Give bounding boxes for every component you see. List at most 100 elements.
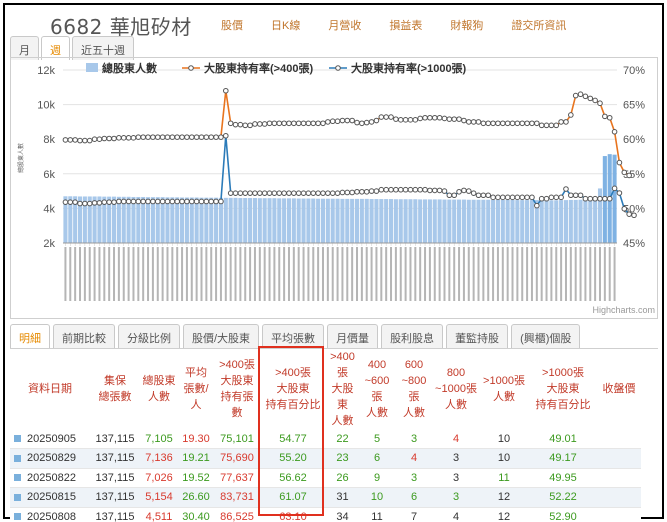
table-row[interactable]: 20250808 137,115 4,511 30.40 86,525 63.10 34 11… — [10, 507, 641, 522]
series-over1000-point — [334, 190, 341, 196]
series-over1000-point — [538, 195, 545, 202]
cell-value: 3 — [452, 452, 460, 465]
bar-total-holders — [277, 198, 282, 243]
column-header-line: >400張 — [330, 351, 355, 379]
series-over1000-point — [232, 190, 239, 196]
legend-marker-over1000 — [335, 65, 341, 71]
bar-total-holders — [403, 199, 408, 243]
nav-link-statementdog[interactable]: 財報狗 — [450, 17, 483, 33]
nav-link-price[interactable]: 股價 — [221, 17, 243, 33]
series-over1000-point — [222, 132, 229, 139]
row-marker-icon — [14, 454, 21, 462]
x-tick-label — [297, 247, 300, 301]
nav-link-kline[interactable]: 日K線 — [271, 17, 300, 33]
cell-value: 22 — [336, 432, 349, 445]
x-tick-label — [574, 247, 577, 301]
series-over1000-point — [291, 190, 297, 196]
series-over400-point — [621, 169, 628, 176]
cell-value: 20250822 — [27, 471, 76, 484]
series-over400-point — [116, 135, 122, 141]
tab-period-compare[interactable]: 前期比較 — [53, 324, 115, 348]
series-over400-point — [310, 120, 317, 127]
table-row[interactable]: 20250822 137,115 7,026 19.52 77,637 56.62 26 9 3… — [10, 468, 641, 488]
x-tick-label — [244, 247, 247, 301]
series-over1000-point — [582, 195, 589, 202]
series-over400-point — [184, 134, 190, 140]
series-over400-point — [422, 114, 428, 121]
column-header: >400張 大股東 持有百分比 — [260, 349, 326, 429]
table-row[interactable]: 20250815 137,115 5,154 26.60 83,731 61.07 31 10… — [10, 487, 641, 507]
bar-total-holders — [393, 199, 398, 243]
table-cell: 137,115 — [90, 429, 140, 449]
tab-tier-ratio[interactable]: 分級比例 — [118, 324, 180, 348]
series-over400-point — [349, 117, 355, 124]
tab-dividend[interactable]: 股利股息 — [381, 324, 444, 348]
cell-value: 6 — [373, 452, 381, 465]
series-over1000-point — [436, 187, 443, 194]
series-over400-point — [373, 117, 380, 124]
bar-total-holders — [282, 198, 287, 243]
table-cell: 4 — [395, 448, 433, 468]
y-left-tick: 10k — [37, 100, 55, 112]
bar-total-holders — [301, 198, 306, 243]
x-tick-label — [79, 247, 82, 301]
table-cell: 20250822 — [10, 468, 90, 488]
column-header-line: 收盤價 — [602, 383, 636, 395]
y-left-tick: 6k — [43, 169, 55, 181]
bar-total-holders — [272, 198, 277, 243]
series-over400-point — [359, 120, 365, 127]
series-over1000-point — [62, 199, 69, 205]
cell-value: 137,115 — [95, 471, 135, 484]
series-over1000-point — [359, 188, 365, 195]
tab-avg-lots[interactable]: 平均張數 — [262, 324, 325, 348]
tab-detail[interactable]: 明細 — [10, 324, 50, 348]
cell-value: 11 — [498, 471, 510, 484]
cell-value: 5,154 — [145, 491, 173, 504]
cell-value: 3 — [452, 491, 460, 504]
cell-value: 52.90 — [549, 510, 577, 522]
series-over400-point — [218, 134, 224, 140]
nav-link-income[interactable]: 損益表 — [389, 17, 422, 33]
x-tick-label — [419, 247, 422, 301]
tab-monthly-volume[interactable]: 月價量 — [327, 324, 379, 348]
column-header-line: 持有百分比 — [265, 399, 321, 411]
nav-link-twse[interactable]: 證交所資訊 — [511, 17, 566, 33]
series-over400-point — [529, 120, 535, 127]
series-over1000-point — [417, 186, 423, 193]
series-over1000-point — [524, 194, 530, 201]
tab-price-major[interactable]: 股價/大股東 — [183, 324, 260, 348]
x-tick-label — [307, 247, 310, 301]
bar-total-holders — [286, 198, 292, 243]
series-over400-point — [475, 119, 482, 125]
cell-value: 19.21 — [182, 452, 210, 465]
cell-value: 83,731 — [220, 491, 254, 504]
tab-director-holdings[interactable]: 董監持股 — [446, 324, 509, 348]
bar-total-holders — [345, 198, 350, 243]
series-over1000-point — [470, 190, 477, 196]
x-tick-label — [351, 247, 354, 301]
series-over400-point — [363, 119, 370, 126]
bar-total-holders — [549, 200, 554, 243]
x-tick-label — [506, 247, 509, 301]
column-header-line: 總張數 — [98, 391, 132, 403]
x-tick-label — [482, 247, 485, 301]
x-tick-label — [113, 247, 116, 301]
series-over1000-point — [286, 190, 292, 196]
bar-total-holders — [291, 198, 296, 243]
table-row[interactable]: 20250905 137,115 7,105 19.30 75,101 54.77 22 5 3… — [10, 429, 641, 449]
y-left-tick: 2k — [43, 238, 55, 250]
column-header-line: 600 — [404, 359, 424, 371]
nav-link-revenue[interactable]: 月營收 — [328, 17, 361, 33]
tab-emerging-stock[interactable]: (興櫃)個股 — [511, 324, 581, 348]
table-row[interactable]: 20250829 137,115 7,136 19.21 75,690 55.20 23 6 4… — [10, 448, 641, 468]
shareholder-chart: 2k 4k 6k 8k 10k 12k 45% 50% 55% 60% 65% 70% 總股東人數 總股東… — [10, 57, 658, 319]
series-over400-point — [325, 119, 331, 125]
series-over400-point — [266, 120, 273, 127]
series-over400-point — [159, 134, 166, 140]
cell-value: 20250829 — [27, 452, 76, 465]
series-over400-point — [101, 135, 108, 142]
cell-value: 19.30 — [182, 432, 210, 445]
series-over400-point — [485, 120, 492, 127]
series-over1000-point — [208, 198, 215, 205]
series-over1000-point — [572, 192, 579, 199]
